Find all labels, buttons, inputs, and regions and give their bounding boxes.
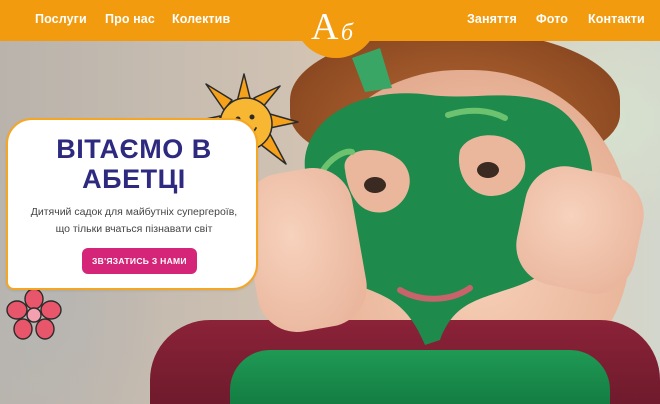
hero-subtitle-line-2: що тільки вчаться пізнавати світ (55, 223, 213, 235)
nav-link-services[interactable]: Послуги (35, 12, 87, 26)
welcome-card: ВІТАЄМО В АБЕТЦІ Дитячий садок для майбу… (6, 118, 258, 290)
nav-link-classes[interactable]: Заняття (467, 12, 517, 26)
logo-letter-a: А (311, 6, 339, 48)
hero-title-line-1: ВІТАЄМО В (56, 134, 212, 164)
flower-icon (6, 288, 62, 340)
logo-letter-b: б (341, 20, 354, 46)
hero-subtitle-line-1: Дитячий садок для майбутніх супергероїв, (30, 206, 238, 218)
hero-title: ВІТАЄМО В АБЕТЦІ (8, 134, 260, 194)
hero-title-line-2: АБЕТЦІ (82, 164, 186, 194)
nav-link-photo[interactable]: Фото (536, 12, 568, 26)
nav-link-team[interactable]: Колектив (172, 12, 230, 26)
nav-link-about[interactable]: Про нас (105, 12, 155, 26)
nav-link-contacts[interactable]: Контакти (588, 12, 645, 26)
contact-us-button[interactable]: ЗВ'ЯЗАТИСЬ З НАМИ (82, 248, 197, 274)
hero-subtitle: Дитячий садок для майбутніх супергероїв,… (18, 204, 250, 238)
